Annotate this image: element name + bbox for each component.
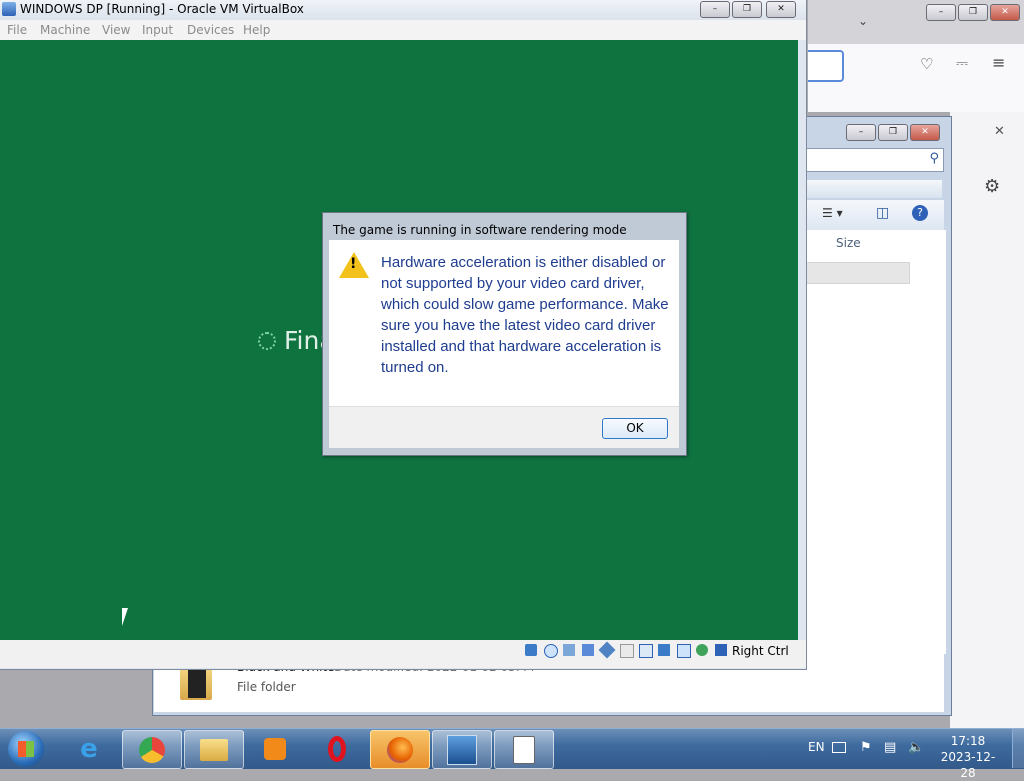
firefox-page — [950, 112, 1024, 768]
volume-muted-icon[interactable]: 🔈 — [908, 740, 924, 755]
explorer-maximize-button[interactable]: ❐ — [878, 124, 908, 141]
network-icon[interactable] — [582, 644, 594, 656]
taskbar-firefox[interactable] — [370, 730, 430, 769]
menu-input[interactable]: Input — [142, 23, 173, 37]
ok-button[interactable]: OK — [602, 418, 668, 439]
firefox-minimize-button[interactable]: – — [926, 4, 956, 21]
shared-folders-icon[interactable] — [620, 644, 634, 658]
warning-exclamation: ! — [350, 256, 357, 272]
taskbar-solitaire[interactable] — [494, 730, 554, 769]
media-player-icon — [264, 737, 286, 760]
view-options-icon[interactable]: ☰ ▾ — [822, 206, 843, 220]
vt-x-icon[interactable] — [677, 644, 691, 658]
virtualbox-icon — [447, 734, 477, 765]
item-type: File folder — [237, 680, 296, 694]
network-disconnected-icon[interactable]: ▤ — [884, 740, 896, 755]
vbox-maximize-button[interactable]: ❐ — [732, 1, 762, 18]
virtualbox-titlebar[interactable]: WINDOWS DP [Running] - Oracle VM Virtual… — [0, 0, 806, 20]
taskbar-virtualbox[interactable] — [432, 730, 492, 769]
firefox-url-bar[interactable] — [808, 50, 844, 82]
explorer-close-button[interactable]: ✕ — [910, 124, 940, 141]
folder-icon — [200, 738, 228, 761]
menu-view[interactable]: View — [102, 23, 130, 37]
explorer-command-bar: ☰ ▾ ◫ ? — [806, 200, 944, 230]
taskbar-file-explorer[interactable] — [184, 730, 244, 769]
folder-thumbnail-icon — [188, 670, 206, 698]
menu-file[interactable]: File — [7, 23, 27, 37]
vbox-close-button[interactable]: ✕ — [766, 1, 796, 18]
dialog-message: Hardware acceleration is either disabled… — [381, 254, 669, 376]
close-tab-icon[interactable]: ✕ — [994, 124, 1005, 139]
preview-pane-icon[interactable]: ◫ — [876, 205, 889, 221]
recording-icon[interactable] — [658, 644, 670, 656]
pocket-icon[interactable]: ♡ — [920, 55, 933, 73]
taskbar-media-player[interactable] — [246, 730, 304, 767]
guest-additions-icon[interactable] — [696, 644, 708, 656]
firefox-maximize-button[interactable]: ❐ — [958, 4, 988, 21]
clock-time: 17:18 — [950, 734, 986, 748]
firefox-icon — [387, 736, 413, 763]
opera-icon — [328, 735, 346, 762]
taskbar-opera[interactable] — [308, 730, 366, 767]
window-title: WINDOWS DP [Running] - Oracle VM Virtual… — [20, 2, 304, 16]
explorer-file-list: Size — [806, 230, 946, 654]
hard-disk-icon[interactable] — [525, 644, 537, 656]
menu-machine[interactable]: Machine — [40, 23, 90, 37]
virtualbox-menubar: File Machine View Input Devices Help — [0, 20, 806, 40]
chrome-icon — [139, 736, 165, 763]
explorer-minimize-button[interactable]: – — [846, 124, 876, 141]
host-key-label: Right Ctrl — [732, 644, 789, 658]
taskbar-internet-explorer[interactable]: e — [60, 730, 118, 767]
dialog-content: ! Hardware acceleration is either disabl… — [329, 240, 679, 406]
column-header-size[interactable]: Size — [836, 236, 861, 250]
dialog-title: The game is running in software renderin… — [333, 223, 627, 237]
search-icon: ⚲ — [929, 151, 939, 166]
language-indicator[interactable]: EN — [808, 740, 825, 754]
loading-spinner-icon — [258, 332, 276, 350]
playing-card-icon — [513, 735, 535, 764]
windows-logo-icon — [18, 741, 34, 757]
system-clock[interactable]: 17:18 2023-12-28 — [936, 733, 1000, 781]
taskbar-chrome[interactable] — [122, 730, 182, 769]
display-icon[interactable] — [639, 644, 653, 658]
selected-row[interactable] — [806, 262, 910, 284]
menu-devices[interactable]: Devices — [187, 23, 234, 37]
show-desktop-button[interactable] — [1012, 729, 1024, 768]
keyboard-icon[interactable] — [832, 742, 846, 753]
clock-date: 2023-12-28 — [940, 750, 996, 780]
mouse-cursor-icon — [122, 608, 128, 626]
keyboard-capture-icon[interactable] — [715, 644, 727, 656]
chevron-down-icon[interactable]: ⌄ — [858, 14, 868, 28]
vbox-minimize-button[interactable]: – — [700, 1, 730, 18]
virtualbox-statusbar: Right Ctrl — [0, 640, 806, 668]
explorer-nav-strip — [806, 180, 942, 198]
menu-help[interactable]: Help — [243, 23, 270, 37]
virtualbox-app-icon — [2, 2, 16, 16]
start-button[interactable] — [8, 731, 44, 767]
usb-icon[interactable] — [598, 641, 616, 659]
gear-icon[interactable]: ⚙ — [984, 176, 1000, 197]
firefox-close-button[interactable]: ✕ — [990, 4, 1020, 21]
help-icon[interactable]: ? — [912, 205, 928, 221]
firefox-titlebar: ⌄ – ❐ ✕ — [808, 0, 1024, 44]
action-center-flag-icon[interactable]: ⚑ — [860, 740, 872, 755]
audio-icon[interactable] — [563, 644, 575, 656]
explorer-search-input[interactable]: ⚲ — [806, 148, 944, 172]
optical-drive-icon[interactable] — [544, 644, 558, 658]
internet-explorer-icon: e — [80, 733, 98, 764]
menu-icon[interactable]: ≡ — [992, 53, 1005, 72]
extensions-icon[interactable]: ⎓ — [956, 54, 968, 72]
